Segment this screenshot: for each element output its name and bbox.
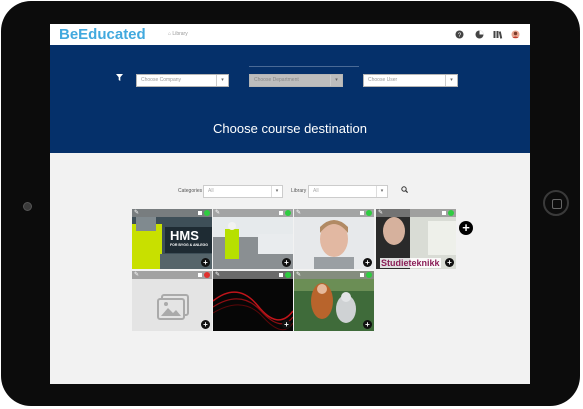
library-icon[interactable] — [493, 30, 503, 39]
divider — [249, 66, 359, 67]
department-select-placeholder: Choose Department — [254, 77, 299, 83]
status-badge — [448, 210, 454, 216]
chevron-down-icon: ▾ — [330, 75, 342, 86]
chart-icon[interactable] — [475, 30, 484, 39]
course-tile[interactable]: HMS FOR BYGG & ANLEGG ✎ + — [132, 209, 212, 269]
course-subtitle-overlay: FOR BYGG & ANLEGG — [170, 243, 208, 247]
chevron-down-icon: ▾ — [376, 186, 387, 197]
categories-value: All — [208, 188, 214, 194]
course-thumbnail — [294, 209, 374, 269]
home-button[interactable] — [543, 190, 569, 216]
document-icon — [360, 273, 364, 277]
course-filters: Categories All ▾ Library All ▾ — [50, 185, 530, 199]
edit-icon[interactable]: ✎ — [378, 209, 383, 217]
image-placeholder-icon — [132, 271, 212, 331]
add-course-icon[interactable]: + — [445, 258, 454, 267]
status-badge — [285, 272, 291, 278]
add-course-icon[interactable]: + — [201, 320, 210, 329]
course-tile[interactable]: ✎ + — [132, 271, 212, 331]
course-tile[interactable]: ✎ + — [294, 209, 374, 269]
document-icon — [360, 211, 364, 215]
top-bar: BeEducated ⌂ Library ? — [50, 24, 530, 45]
course-thumbnail — [294, 271, 374, 331]
page-title: Choose course destination — [213, 121, 367, 136]
categories-label: Categories — [178, 188, 203, 194]
course-tile[interactable]: Studieteknikk ✎ + — [376, 209, 456, 269]
course-thumbnail — [213, 209, 293, 269]
edit-icon[interactable]: ✎ — [296, 271, 301, 279]
breadcrumb[interactable]: ⌂ Library — [168, 24, 188, 45]
search-icon[interactable] — [401, 186, 409, 195]
filter-icon — [116, 74, 123, 83]
department-select: Choose Department ▾ — [249, 74, 343, 87]
edit-icon[interactable]: ✎ — [134, 209, 139, 217]
add-course-icon[interactable]: + — [201, 258, 210, 267]
add-course-icon[interactable]: + — [282, 320, 291, 329]
add-course-icon[interactable]: + — [363, 258, 372, 267]
edit-icon[interactable]: ✎ — [215, 209, 220, 217]
status-badge — [366, 272, 372, 278]
library-label: Library — [291, 188, 307, 194]
status-badge — [204, 210, 210, 216]
breadcrumb-label[interactable]: Library — [172, 31, 187, 37]
course-title-overlay: Studieteknikk — [380, 258, 441, 268]
user-select[interactable]: Choose User ▾ — [363, 74, 458, 87]
edit-icon[interactable]: ✎ — [296, 209, 301, 217]
add-course-icon[interactable]: + — [282, 258, 291, 267]
logo[interactable]: BeEducated — [59, 24, 146, 45]
company-select[interactable]: Choose Company ▾ — [136, 74, 229, 87]
camera — [23, 202, 32, 211]
add-course-icon[interactable]: + — [363, 320, 372, 329]
user-select-placeholder: Choose User — [368, 77, 398, 83]
course-tile[interactable]: ✎ + — [213, 271, 293, 331]
course-title-overlay: HMS — [170, 228, 199, 243]
status-badge — [366, 210, 372, 216]
library-value: All — [313, 188, 319, 194]
app-screen: BeEducated ⌂ Library ? Choose Company ▾ … — [50, 24, 530, 384]
document-icon — [279, 211, 283, 215]
course-tile[interactable]: ✎ + — [213, 209, 293, 269]
library-select[interactable]: All ▾ — [308, 185, 388, 198]
company-select-placeholder: Choose Company — [141, 77, 182, 83]
user-avatar[interactable] — [511, 30, 520, 39]
course-thumbnail — [213, 271, 293, 331]
categories-select[interactable]: All ▾ — [203, 185, 283, 198]
document-icon — [279, 273, 283, 277]
add-course-button[interactable]: + — [459, 221, 473, 235]
chevron-down-icon: ▾ — [445, 75, 457, 86]
destination-panel: Choose Company ▾ Choose Department ▾ Cho… — [50, 45, 530, 153]
document-icon — [198, 273, 202, 277]
document-icon — [442, 211, 446, 215]
edit-icon[interactable]: ✎ — [134, 271, 139, 279]
chevron-down-icon: ▾ — [216, 75, 228, 86]
help-icon[interactable]: ? — [455, 30, 464, 39]
course-tile[interactable]: ✎ + — [294, 271, 374, 331]
status-badge — [285, 210, 291, 216]
status-badge — [204, 272, 210, 278]
edit-icon[interactable]: ✎ — [215, 271, 220, 279]
chevron-down-icon: ▾ — [271, 186, 282, 197]
document-icon — [198, 211, 202, 215]
